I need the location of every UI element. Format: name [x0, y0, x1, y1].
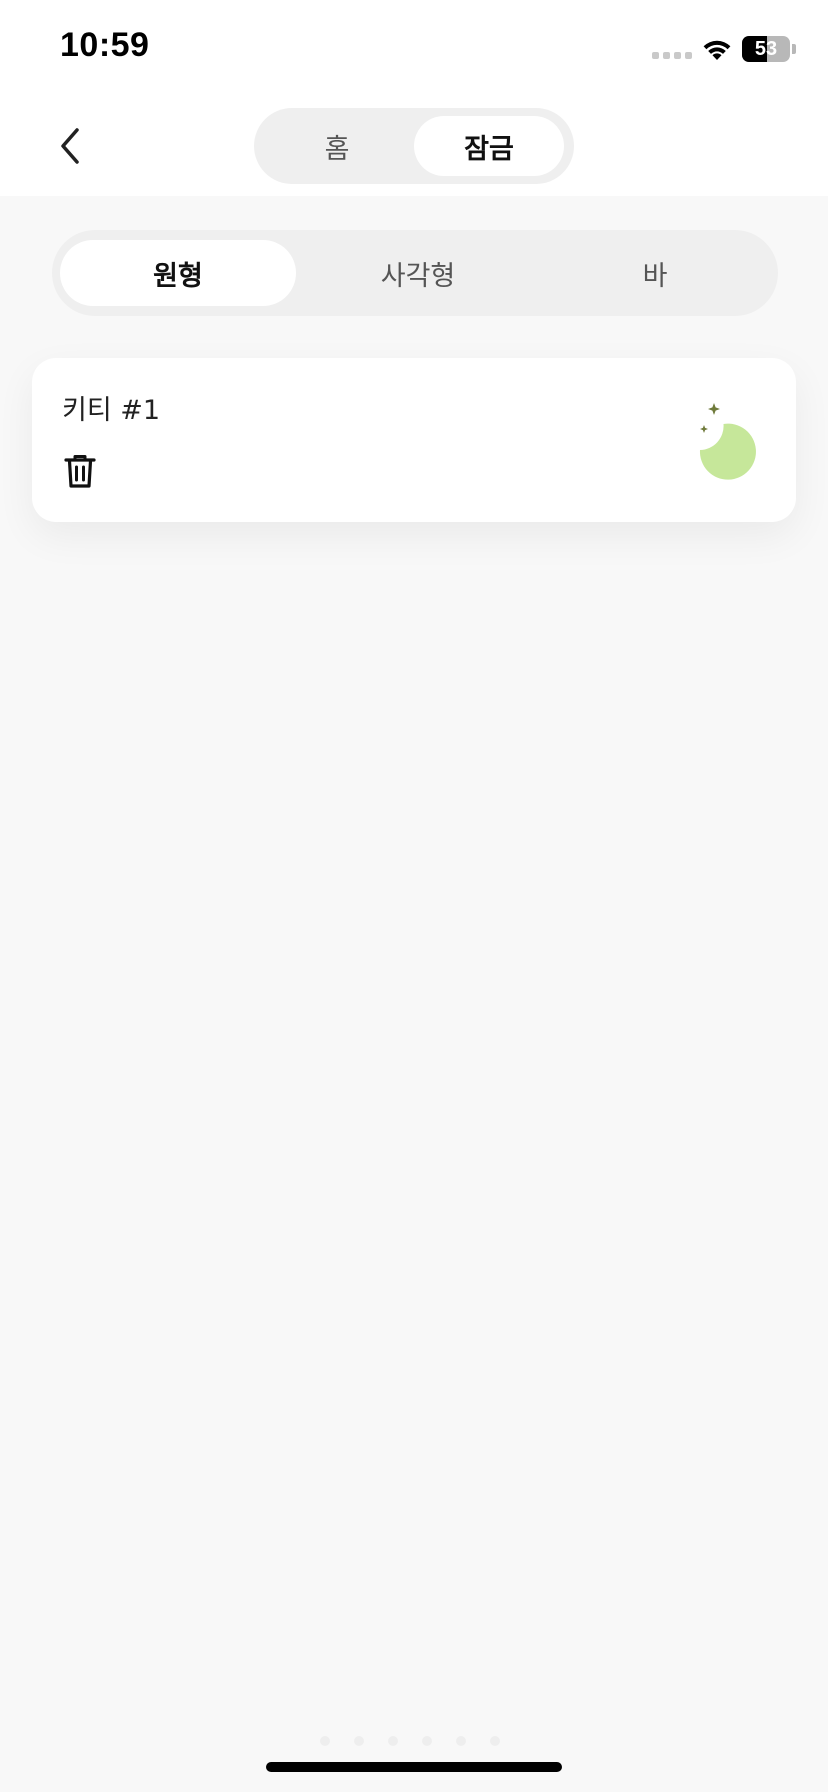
trash-icon — [64, 455, 96, 488]
widget-name: 키티 #1 — [62, 395, 161, 426]
toggle-sleep[interactable]: 잠금 — [414, 116, 564, 176]
widget-card[interactable]: 키티 #1 — [32, 358, 796, 522]
moon-icon — [699, 403, 756, 480]
back-button[interactable] — [46, 120, 94, 172]
nav-bar: 홈 잠금 — [0, 100, 828, 196]
wifi-icon — [703, 40, 731, 60]
battery-indicator: 53 — [742, 36, 790, 62]
home-sleep-toggle: 홈 잠금 — [254, 108, 574, 184]
chevron-left-icon — [61, 128, 79, 164]
tab-bar[interactable]: 바 — [540, 240, 770, 306]
home-indicator — [266, 1762, 562, 1772]
status-bar: 10:59 53 — [0, 0, 828, 100]
cellular-signal-icon — [652, 52, 692, 59]
toggle-home[interactable]: 홈 — [262, 116, 412, 176]
page-dots — [320, 1736, 500, 1746]
tab-circle[interactable]: 원형 — [60, 240, 296, 306]
battery-tip — [792, 44, 796, 54]
status-time: 10:59 — [60, 26, 150, 64]
tab-square[interactable]: 사각형 — [300, 240, 536, 306]
battery-level: 53 — [754, 37, 778, 60]
shape-tabs: 원형 사각형 바 — [52, 230, 778, 316]
delete-button[interactable] — [60, 450, 100, 492]
